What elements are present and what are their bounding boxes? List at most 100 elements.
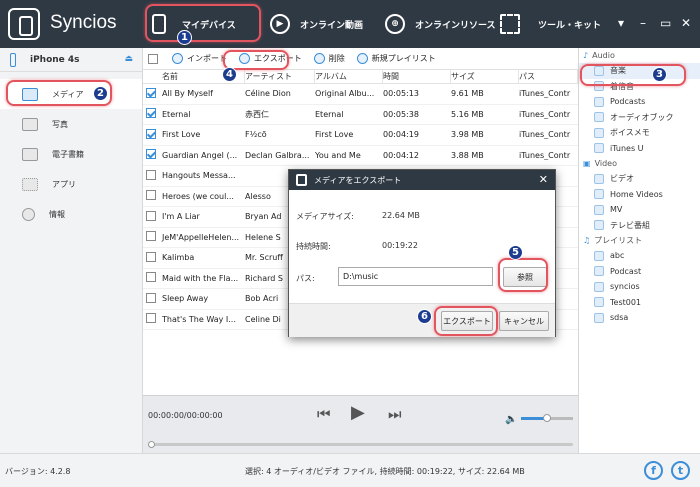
category-icon — [594, 250, 604, 261]
close-icon[interactable]: ✕ — [681, 16, 691, 30]
row-checkbox[interactable] — [146, 149, 156, 160]
volume-icon[interactable]: 🔈 — [505, 414, 517, 425]
row-checkbox[interactable] — [146, 210, 156, 221]
cell-artist: 赤西仁 — [245, 109, 269, 119]
category-label: Podcasts — [610, 97, 646, 107]
category-item[interactable]: syncios — [579, 279, 700, 295]
player-time: 00:00:00/00:00:00 — [148, 411, 223, 420]
table-row[interactable]: First Love F½cõ First Love 00:04:19 3.98 MB i… — [143, 125, 578, 146]
row-checkbox[interactable] — [146, 128, 156, 139]
minimize-icon[interactable]: – — [640, 16, 646, 30]
column-header-artist[interactable]: アーティスト — [245, 70, 315, 83]
category-item[interactable]: Podcast — [579, 264, 700, 280]
volume-slider[interactable] — [521, 414, 573, 422]
category-item[interactable]: ビデオ — [579, 171, 700, 187]
category-item[interactable]: テレビ番組 — [579, 218, 700, 234]
row-checkbox-cell — [143, 190, 160, 202]
row-checkbox[interactable] — [146, 190, 156, 201]
column-header-time[interactable]: 時間 — [383, 70, 451, 83]
column-header-album[interactable]: アルバム — [315, 70, 383, 83]
category-label: ビデオ — [610, 174, 634, 184]
section-label: プレイリスト — [594, 236, 643, 245]
sidebar-item-info[interactable]: 情報 — [0, 199, 142, 229]
volume-knob[interactable] — [543, 414, 551, 422]
sidebar-item-photos[interactable]: 写真 — [0, 109, 142, 139]
eject-icon[interactable]: ⏏ — [124, 54, 133, 64]
menu-dropdown-icon[interactable]: ▾ — [618, 16, 624, 30]
phone-icon — [152, 14, 166, 34]
row-checkbox[interactable] — [146, 108, 156, 119]
row-checkbox[interactable] — [146, 313, 156, 324]
category-icon — [594, 189, 604, 200]
category-item[interactable]: 着信音 — [579, 79, 700, 95]
nav-my-device[interactable]: マイデバイス — [152, 0, 236, 48]
path-input[interactable]: D:\music — [338, 267, 493, 286]
add-playlist-icon — [356, 53, 368, 64]
category-item[interactable]: オーディオブック — [579, 110, 700, 126]
category-item[interactable]: Test001 — [579, 295, 700, 311]
category-label: Podcast — [610, 266, 642, 276]
table-row[interactable]: Eternal 赤西仁 Eternal 00:05:38 5.16 MB iTunes_C… — [143, 105, 578, 125]
sidebar-item-label: アプリ — [52, 179, 76, 189]
category-item[interactable]: sdsa — [579, 310, 700, 326]
column-header-path[interactable]: パス — [519, 70, 578, 83]
new-playlist-button[interactable]: 新規プレイリスト — [356, 53, 436, 64]
facebook-icon[interactable]: f — [644, 461, 663, 480]
dialog-close-icon[interactable]: ✕ — [539, 173, 548, 186]
step-badge-4: 4 — [222, 67, 237, 82]
column-header-size[interactable]: サイズ — [451, 70, 519, 83]
cell-name: JeM'AppelleHelen... — [162, 232, 240, 242]
category-item[interactable]: iTunes U — [579, 141, 700, 157]
step-badge-3: 3 — [652, 67, 667, 82]
cell-album: First Love — [315, 130, 354, 140]
syncios-logo-icon — [8, 8, 40, 40]
delete-button[interactable]: 削除 — [313, 53, 345, 64]
row-checkbox[interactable] — [146, 231, 156, 242]
row-checkbox[interactable] — [146, 169, 156, 180]
row-checkbox-cell — [143, 87, 160, 100]
select-all-checkbox[interactable] — [148, 53, 158, 64]
category-item[interactable]: Podcasts — [579, 94, 700, 110]
previous-track-icon[interactable]: ⏮ — [317, 405, 331, 423]
cancel-button[interactable]: キャンセル — [499, 311, 549, 331]
category-item[interactable]: abc — [579, 248, 700, 264]
category-item[interactable]: MV — [579, 202, 700, 218]
category-item[interactable]: 音楽 — [579, 63, 700, 79]
device-header[interactable]: iPhone 4s ⏏ — [0, 48, 142, 72]
nav-online-video[interactable]: ▶ オンライン動画 — [270, 0, 363, 48]
maximize-icon[interactable]: ▭ — [660, 16, 671, 30]
sidebar-item-media[interactable]: メディア — [0, 79, 142, 109]
nav-toolkit[interactable]: ツール・キット — [500, 0, 601, 48]
row-checkbox[interactable] — [146, 251, 156, 262]
playlist-section-header: ♫ プレイリスト — [579, 233, 700, 248]
cell-album: Original Albu... — [315, 89, 375, 99]
dialog-title: メディアをエクスポート — [314, 175, 402, 185]
sidebar-item-apps[interactable]: アプリ — [0, 169, 142, 199]
media-size-value: 22.64 MB — [382, 211, 420, 220]
table-row[interactable]: Guardian Angel (... Declan Galbra... You a… — [143, 146, 578, 166]
sidebar-item-ebooks[interactable]: 電子書籍 — [0, 139, 142, 169]
media-player: 00:00:00/00:00:00 ⏮ ▶ ⏭ 🔈 — [143, 395, 578, 453]
nav-online-resources[interactable]: ⊕ オンラインリソース — [385, 0, 496, 48]
row-checkbox-cell — [143, 272, 160, 284]
row-checkbox[interactable] — [146, 87, 156, 98]
import-button[interactable]: インポート — [172, 53, 227, 64]
progress-knob[interactable] — [148, 441, 155, 448]
twitter-icon[interactable]: t — [671, 461, 690, 480]
new-playlist-label: 新規プレイリスト — [371, 54, 436, 63]
browse-button[interactable]: 参照 — [503, 267, 547, 287]
category-item[interactable]: Home Videos — [579, 187, 700, 203]
category-item[interactable]: ボイスメモ — [579, 125, 700, 141]
row-checkbox[interactable] — [146, 272, 156, 283]
table-row[interactable]: All By Myself Céline Dion Original Albu...… — [143, 84, 578, 105]
progress-bar[interactable] — [148, 441, 573, 448]
play-icon[interactable]: ▶ — [351, 402, 365, 423]
video-section-header: ▣ Video — [579, 156, 700, 171]
export-confirm-button[interactable]: エクスポート — [441, 311, 493, 331]
import-icon — [172, 53, 183, 64]
next-track-icon[interactable]: ⏭ — [388, 405, 402, 423]
sidebar-item-label: 電子書籍 — [52, 149, 84, 159]
row-checkbox[interactable] — [146, 292, 156, 303]
export-button[interactable]: エクスポート — [239, 53, 302, 64]
cell-size: 9.61 MB — [451, 89, 484, 99]
